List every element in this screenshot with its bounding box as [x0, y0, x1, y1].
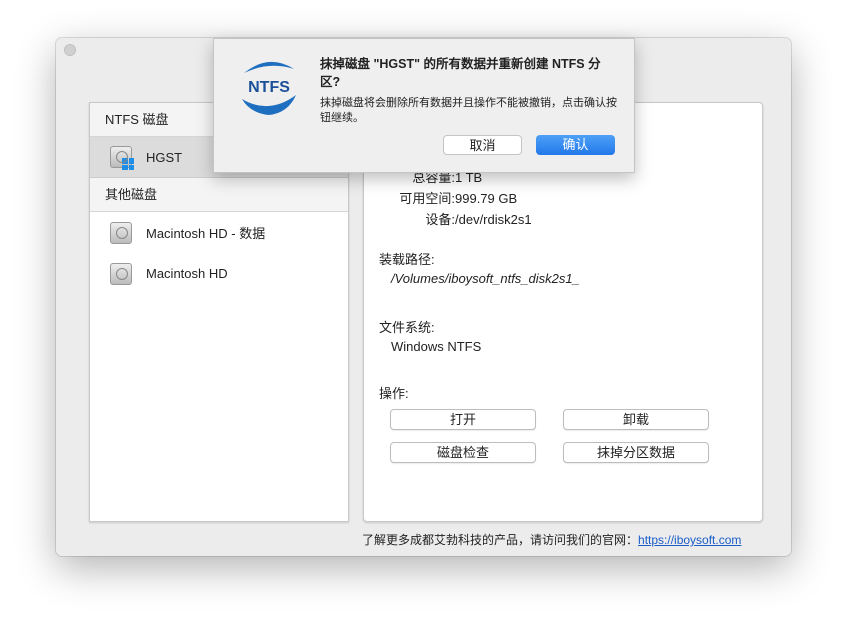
free-space-row: 可用空间:999.79 GB [361, 188, 517, 207]
other-disks-header: 其他磁盘 [90, 178, 348, 212]
disk-name: Macintosh HD [146, 266, 228, 281]
confirm-button[interactable]: 确认 [536, 135, 615, 155]
filesystem-label: 文件系统: [379, 320, 435, 335]
free-space-value: 999.79 GB [455, 191, 518, 206]
hard-disk-icon [110, 221, 132, 244]
open-button[interactable]: 打开 [390, 409, 536, 430]
free-space-label: 可用空间: [399, 191, 455, 206]
footer-text: 了解更多成都艾勃科技的产品，请访问我们的官网： [362, 533, 639, 547]
footer: 了解更多成都艾勃科技的产品，请访问我们的官网：https://iboysoft.… [362, 531, 741, 548]
disk-item-macintosh-hd-data[interactable]: Macintosh HD - 数据 [90, 212, 348, 253]
disk-name: Macintosh HD - 数据 [146, 226, 266, 241]
cancel-button[interactable]: 取消 [443, 135, 522, 155]
disk-name: HGST [146, 149, 183, 165]
ntfs-logo-icon: NTFS [242, 61, 296, 115]
hard-disk-icon [110, 262, 132, 285]
dialog-message: 抹掉磁盘将会删除所有数据并且操作不能被撤销，点击确认按钮继续。 [320, 97, 617, 124]
unmount-button[interactable]: 卸载 [563, 409, 709, 430]
ntfs-disk-icon [110, 146, 134, 170]
website-link[interactable]: https://iboysoft.com [638, 533, 741, 547]
mount-path-value: /Volumes/iboysoft_ntfs_disk2s1_ [391, 271, 580, 286]
actions-label: 操作: [379, 386, 409, 401]
erase-confirm-dialog: NTFS 抹掉磁盘 "HGST" 的所有数据并重新创建 NTFS 分区? 抹掉磁… [213, 38, 635, 173]
disk-check-button[interactable]: 磁盘检查 [390, 442, 536, 463]
close-window-button[interactable] [64, 44, 76, 56]
device-value: /dev/rdisk2s1 [455, 212, 532, 227]
filesystem-value: Windows NTFS [391, 339, 482, 354]
mount-path-label: 装载路径: [379, 252, 435, 267]
disk-item-macintosh-hd[interactable]: Macintosh HD [90, 253, 348, 294]
dialog-title: 抹掉磁盘 "HGST" 的所有数据并重新创建 NTFS 分区? [320, 57, 601, 89]
device-row: 设备:/dev/rdisk2s1 [361, 209, 532, 228]
logo-text: NTFS [248, 79, 290, 96]
device-label: 设备: [425, 212, 455, 227]
erase-partition-button[interactable]: 抹掉分区数据 [563, 442, 709, 463]
